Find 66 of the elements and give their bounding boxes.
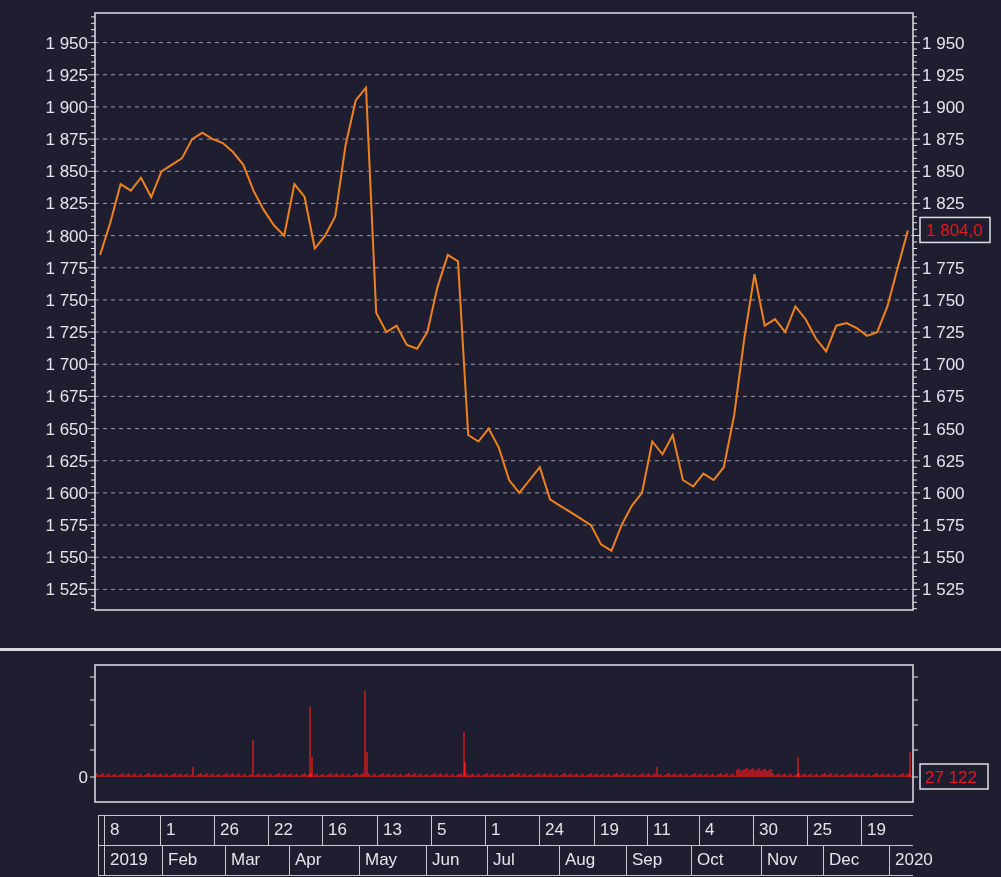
y-axis-label: 1 825 — [45, 194, 88, 214]
date-label: 8 — [104, 816, 160, 845]
month-label: 2019 — [104, 846, 162, 875]
month-label: Mar — [225, 846, 289, 875]
date-label: 5 — [431, 816, 485, 845]
month-label: Jul — [487, 846, 559, 875]
month-label: Aug — [559, 846, 626, 875]
y-axis-label: 1 725 — [45, 323, 88, 343]
y-axis-label: 1 550 — [45, 548, 88, 568]
month-label: Jun — [426, 846, 487, 875]
y-axis-label: 1 575 — [45, 516, 88, 536]
y-axis-label: 1 925 — [45, 65, 88, 85]
date-label: 4 — [699, 816, 753, 845]
y-axis-label: 0 — [78, 768, 88, 787]
month-label: Apr — [289, 846, 359, 875]
month-label: Sep — [626, 846, 691, 875]
y-axis-label: 1 825 — [922, 194, 965, 214]
y-axis-label: 1 625 — [45, 451, 88, 471]
y-axis-label: 1 675 — [45, 387, 88, 407]
y-axis-label: 1 775 — [45, 258, 88, 278]
y-axis-label: 1 650 — [45, 419, 88, 439]
y-axis-label: 1 900 — [45, 97, 88, 117]
date-label: 22 — [268, 816, 322, 845]
date-label: 26 — [214, 816, 268, 845]
y-axis-label: 1 775 — [922, 258, 965, 278]
last-value-label: 1 804,0 — [919, 216, 991, 244]
y-axis-label: 1 525 — [45, 580, 88, 600]
date-label: 1 — [485, 816, 539, 845]
y-axis-label: 1 875 — [922, 130, 965, 150]
y-axis-label: 1 625 — [922, 451, 965, 471]
y-axis-label: 1 850 — [45, 162, 88, 182]
date-label: 16 — [322, 816, 377, 845]
y-axis-label: 1 650 — [922, 419, 965, 439]
y-axis-label: 1 875 — [45, 130, 88, 150]
y-axis-label: 1 550 — [922, 548, 965, 568]
date-label: 24 — [539, 816, 594, 845]
y-axis-label: 1 700 — [922, 355, 965, 375]
month-label: Oct — [691, 846, 761, 875]
month-label: Nov — [761, 846, 823, 875]
last-value-label: 27 122 — [919, 763, 989, 790]
y-axis-label: 1 950 — [45, 33, 88, 53]
date-label: 13 — [377, 816, 431, 845]
date-label: 11 — [647, 816, 699, 845]
y-axis-label: 1 850 — [922, 162, 965, 182]
y-axis-label: 1 900 — [922, 97, 965, 117]
date-label: 30 — [753, 816, 807, 845]
date-label: 19 — [861, 816, 915, 845]
y-axis-label: 1 750 — [45, 290, 88, 310]
month-label: Feb — [162, 846, 225, 875]
y-axis-label: 1 750 — [922, 290, 965, 310]
y-axis-label: 1 950 — [922, 33, 965, 53]
y-axis-label: 1 525 — [922, 580, 965, 600]
y-axis-label: 1 700 — [45, 355, 88, 375]
month-label: May — [359, 846, 426, 875]
y-axis-label: 1 925 — [922, 65, 965, 85]
date-label: 19 — [594, 816, 647, 845]
month-label: Dec — [823, 846, 889, 875]
y-axis-label: 1 800 — [45, 226, 88, 246]
y-axis-label: 1 600 — [45, 483, 88, 503]
date-label: 25 — [807, 816, 861, 845]
y-axis-label: 1 575 — [922, 516, 965, 536]
date-label: 1 — [160, 816, 214, 845]
y-axis-label: 1 600 — [922, 483, 965, 503]
y-axis-label: 1 675 — [922, 387, 965, 407]
month-label: 2020 — [889, 846, 933, 875]
y-axis-label: 1 725 — [922, 323, 965, 343]
